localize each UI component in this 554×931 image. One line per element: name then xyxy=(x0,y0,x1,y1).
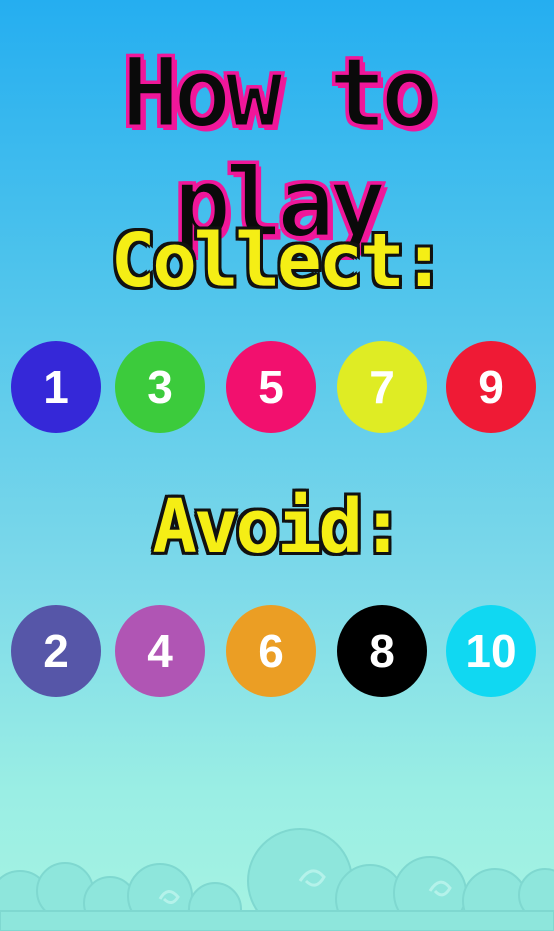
avoid-heading: Avoid: xyxy=(152,484,404,570)
avoid-ball-4: 4 xyxy=(115,605,205,697)
avoid-balls-row: 2 4 6 8 10 xyxy=(0,605,554,701)
collect-ball-7: 7 xyxy=(337,341,427,433)
avoid-ball-10: 10 xyxy=(446,605,536,697)
collect-balls-row: 1 3 5 7 9 xyxy=(0,341,554,437)
collect-ball-9: 9 xyxy=(446,341,536,433)
collect-ball-5: 5 xyxy=(226,341,316,433)
avoid-ball-2: 2 xyxy=(11,605,101,697)
collect-ball-3: 3 xyxy=(115,341,205,433)
avoid-ball-8: 8 xyxy=(337,605,427,697)
cloud-decoration xyxy=(0,828,554,931)
collect-ball-1: 1 xyxy=(11,341,101,433)
collect-heading: Collect: xyxy=(110,218,446,304)
avoid-ball-6: 6 xyxy=(226,605,316,697)
